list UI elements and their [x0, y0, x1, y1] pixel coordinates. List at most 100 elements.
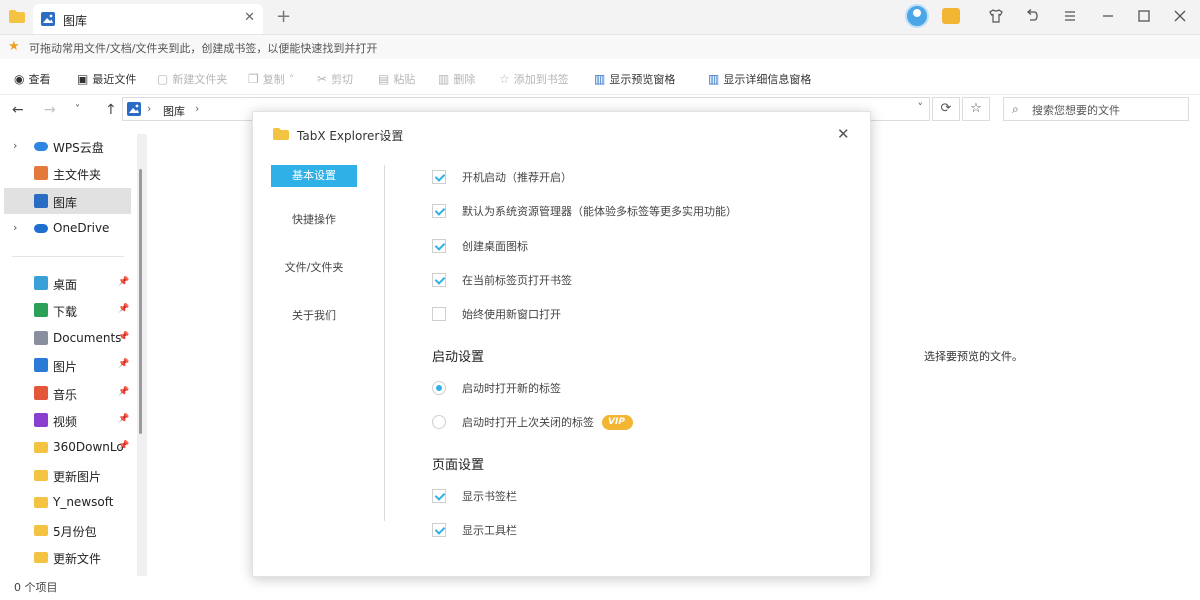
radio-button[interactable]: [432, 415, 446, 429]
radio-option[interactable]: 启动时打开上次关闭的标签 VIP: [432, 413, 633, 431]
checkbox-option[interactable]: 在当前标签页打开书签: [432, 271, 572, 289]
new-folder-button[interactable]: ▢ 新建文件夹: [157, 71, 227, 87]
sidebar-item[interactable]: 视频 📌: [4, 407, 131, 433]
documents-icon: [34, 330, 48, 345]
checkbox-option[interactable]: 始终使用新窗口打开: [432, 305, 561, 323]
back-arrow-icon[interactable]: ←: [12, 102, 24, 118]
checkbox[interactable]: [432, 204, 446, 219]
sidebar-scrollbar[interactable]: [137, 134, 147, 576]
sidebar-item[interactable]: 5月份包: [4, 517, 131, 543]
delete-button[interactable]: ▥ 删除: [438, 71, 475, 87]
new-folder-icon: ▢: [157, 72, 169, 86]
cut-button[interactable]: ✂ 剪切: [317, 71, 353, 87]
checkbox[interactable]: [432, 523, 446, 537]
pin-icon[interactable]: 📌: [118, 387, 129, 397]
radio-option[interactable]: 启动时打开新的标签: [432, 379, 561, 397]
nav-about-us[interactable]: 关于我们: [271, 305, 357, 327]
sidebar-item-label: 音乐: [53, 387, 78, 402]
bookmark-hint-bar[interactable]: ★ 可拖动常用文件/文档/文件夹到此，创建成书签，以便能快速找到并打开: [0, 35, 1200, 59]
toolbar: ◉ 查看 ▣ 最近文件 ▢ 新建文件夹 ❐ 复制 ˄ ✂ 剪切 ▤ 粘贴 ▥ 删…: [0, 60, 1200, 95]
paste-icon: ▤: [378, 72, 390, 86]
up-arrow-icon[interactable]: ↑: [105, 102, 117, 118]
sidebar-item[interactable]: Documents 📌: [4, 325, 131, 351]
search-box[interactable]: ⌕: [1003, 97, 1189, 121]
tab-close-icon[interactable]: ✕: [244, 10, 255, 25]
nav-basic-settings[interactable]: 基本设置: [271, 165, 357, 187]
chevron-right-icon[interactable]: ›: [147, 102, 151, 115]
app-folder-icon[interactable]: [9, 10, 25, 23]
bookmark-star-button[interactable]: ☆: [962, 97, 990, 121]
avatar[interactable]: [905, 4, 929, 28]
pin-icon[interactable]: 📌: [118, 359, 129, 369]
sidebar-item-label: WPS云盘: [53, 141, 104, 155]
option-label: 创建桌面图标: [462, 239, 528, 253]
checkbox[interactable]: [432, 307, 446, 322]
sidebar-item[interactable]: 桌面 📌: [4, 270, 131, 296]
recent-files-button[interactable]: ▣ 最近文件: [77, 71, 136, 87]
search-input[interactable]: [1030, 100, 1184, 120]
sidebar-item-label: 图片: [53, 360, 78, 375]
sidebar-item[interactable]: › OneDrive: [4, 215, 131, 241]
add-bookmark-button[interactable]: ☆ 添加到书签: [499, 71, 569, 87]
chevron-right-icon[interactable]: ›: [13, 221, 17, 234]
pin-icon[interactable]: 📌: [118, 277, 129, 287]
tab-gallery[interactable]: 图库 ✕: [33, 4, 263, 34]
show-details-pane-button[interactable]: ▥ 显示详细信息窗格: [708, 71, 811, 87]
breadcrumb[interactable]: 图库: [163, 103, 185, 119]
menu-icon[interactable]: [1060, 8, 1080, 24]
checkbox[interactable]: [432, 170, 446, 184]
history-dropdown-icon[interactable]: ˅: [75, 104, 80, 115]
folder-icon: [34, 524, 48, 536]
checkbox-option[interactable]: 显示工具栏: [432, 521, 517, 539]
sidebar-item-label: Documents: [53, 330, 122, 345]
search-icon: ⌕: [1012, 102, 1019, 116]
sidebar-item[interactable]: 更新文件: [4, 544, 131, 570]
maximize-icon[interactable]: [1134, 8, 1154, 24]
pin-icon[interactable]: 📌: [118, 414, 129, 424]
sidebar-item[interactable]: 音乐 📌: [4, 380, 131, 406]
radio-button[interactable]: [432, 381, 446, 395]
forward-arrow-icon[interactable]: →: [44, 102, 56, 118]
checkbox[interactable]: [432, 272, 446, 287]
show-preview-pane-button[interactable]: ▥ 显示预览窗格: [594, 71, 675, 87]
preview-pane-icon: ▥: [594, 72, 606, 86]
option-label: 显示书签栏: [462, 490, 517, 503]
gift-icon[interactable]: [942, 8, 960, 24]
sidebar-item[interactable]: 下载 📌: [4, 297, 131, 323]
gallery-icon: [34, 194, 48, 208]
sidebar-item[interactable]: 更新图片: [4, 462, 131, 488]
checkbox-option[interactable]: 显示书签栏: [432, 487, 517, 505]
sidebar-item[interactable]: 图片 📌: [4, 352, 131, 378]
close-icon[interactable]: ✕: [837, 125, 850, 143]
sidebar-item[interactable]: › WPS云盘: [4, 133, 131, 159]
pin-icon[interactable]: 📌: [118, 304, 129, 314]
music-icon: [34, 385, 48, 400]
option-label: 开机启动（推荐开启）: [462, 171, 572, 184]
pin-icon[interactable]: 📌: [118, 441, 129, 451]
skin-icon[interactable]: [986, 8, 1006, 24]
sidebar-item[interactable]: Y_newsoft: [4, 489, 131, 515]
close-window-icon[interactable]: [1170, 8, 1190, 24]
checkbox[interactable]: [432, 238, 446, 253]
chevron-right-icon[interactable]: ›: [195, 102, 199, 115]
eye-icon: ◉: [14, 72, 25, 86]
checkbox[interactable]: [432, 489, 446, 503]
checkbox-option[interactable]: 默认为系统资源管理器（能体验多标签等更多实用功能）: [432, 202, 737, 220]
chevron-down-icon[interactable]: ˅: [918, 101, 924, 114]
nav-files-folders[interactable]: 文件/文件夹: [271, 257, 357, 279]
refresh-button[interactable]: ⟳: [932, 97, 960, 121]
sidebar-item[interactable]: 主文件夹: [4, 160, 131, 186]
sidebar-item[interactable]: 360DownLo 📌: [4, 434, 131, 460]
checkbox-option[interactable]: 创建桌面图标: [432, 237, 528, 255]
nav-shortcuts[interactable]: 快捷操作: [271, 209, 357, 231]
pin-icon[interactable]: 📌: [118, 332, 129, 342]
view-button[interactable]: ◉ 查看: [14, 71, 50, 87]
chevron-right-icon[interactable]: ›: [13, 139, 17, 152]
checkbox-option[interactable]: 开机启动（推荐开启）: [432, 168, 572, 186]
sidebar-item[interactable]: 图库: [4, 188, 131, 214]
new-tab-button[interactable]: +: [276, 6, 291, 27]
minimize-icon[interactable]: [1098, 8, 1118, 24]
copy-button[interactable]: ❐ 复制 ˄: [248, 71, 294, 87]
paste-button[interactable]: ▤ 粘贴: [378, 71, 415, 87]
undo-icon[interactable]: [1022, 8, 1042, 24]
